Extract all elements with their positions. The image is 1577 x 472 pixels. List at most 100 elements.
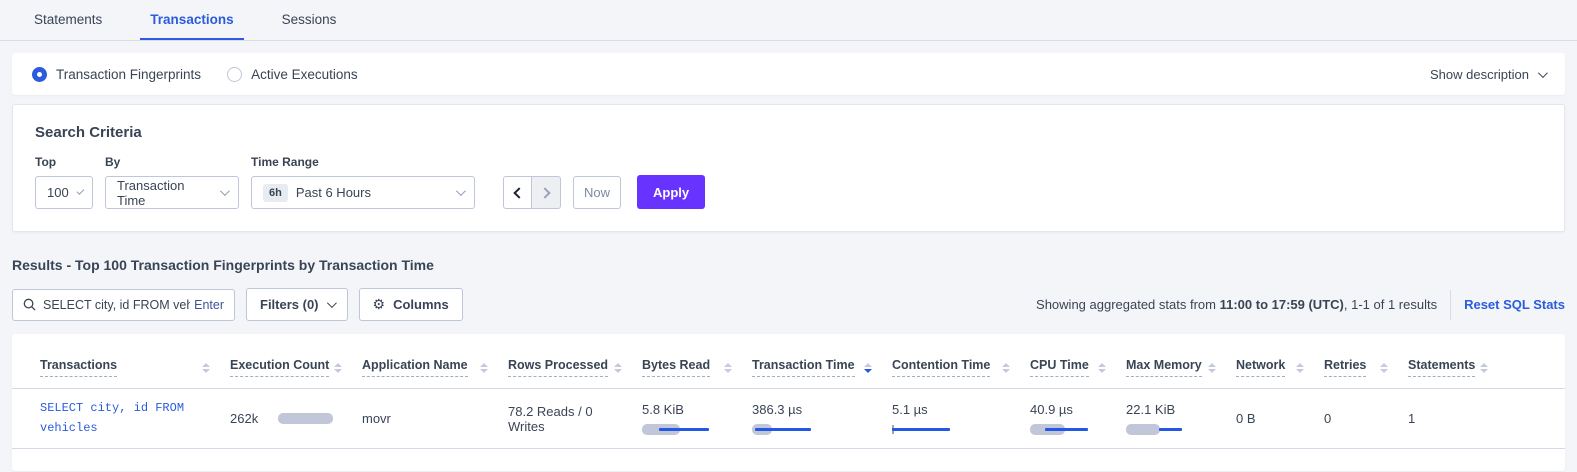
execution-count-bar: [278, 413, 338, 425]
column-header-max-memory[interactable]: Max Memory: [1126, 358, 1202, 377]
page-tabs: Statements Transactions Sessions: [0, 0, 1577, 41]
tab-statements[interactable]: Statements: [24, 0, 112, 40]
sort-icon[interactable]: [1002, 363, 1010, 373]
search-criteria-card: Search Criteria Top 100 By Transaction T…: [12, 104, 1565, 232]
sql-search-input[interactable]: [43, 298, 190, 312]
top-control: Top 100: [35, 155, 93, 209]
show-description-toggle[interactable]: Show description: [1430, 67, 1545, 82]
view-toggle-card: Transaction Fingerprints Active Executio…: [12, 53, 1565, 95]
table-row: SELECT city, id FROM vehicles 262k movr …: [12, 389, 1565, 449]
cpu-time-bar: [1030, 424, 1110, 436]
column-header-statements[interactable]: Statements: [1408, 358, 1475, 377]
gear-icon: ⚙: [373, 296, 386, 313]
time-range-next-button[interactable]: [532, 176, 561, 209]
column-header-retries[interactable]: Retries: [1324, 358, 1366, 377]
time-range-prev-button[interactable]: [503, 176, 532, 209]
sort-icon[interactable]: [1098, 363, 1106, 373]
chevron-down-icon: [326, 298, 336, 308]
cpu-time-value: 40.9 µs: [1030, 402, 1106, 417]
radio-selected-icon: [32, 67, 47, 82]
column-header-bytes-read[interactable]: Bytes Read: [642, 358, 710, 377]
max-memory-value: 22.1 KiB: [1126, 402, 1216, 417]
time-range-select[interactable]: 6h Past 6 Hours: [251, 176, 475, 209]
network-value: 0 B: [1236, 411, 1324, 426]
search-enter-button[interactable]: Enter: [190, 298, 234, 312]
aggregated-stats-text: Showing aggregated stats from 11:00 to 1…: [1036, 297, 1437, 312]
vertical-divider: [1450, 290, 1451, 320]
results-heading: Results - Top 100 Transaction Fingerprin…: [12, 257, 1565, 273]
apply-button[interactable]: Apply: [637, 175, 705, 209]
stats-prefix: Showing aggregated stats from: [1036, 297, 1220, 312]
time-range-badge: 6h: [263, 184, 288, 202]
column-header-transactions[interactable]: Transactions: [40, 358, 117, 377]
sort-icon[interactable]: [1208, 363, 1216, 373]
transaction-fingerprint-link[interactable]: SELECT city, id FROM vehicles: [40, 401, 184, 435]
time-range-value: Past 6 Hours: [296, 185, 448, 200]
sort-icon[interactable]: [724, 363, 732, 373]
sort-icon[interactable]: [614, 363, 622, 373]
filters-button[interactable]: Filters (0): [246, 288, 348, 321]
search-icon: [23, 298, 36, 311]
column-header-transaction-time[interactable]: Transaction Time: [752, 358, 855, 377]
sort-icon[interactable]: [1480, 363, 1488, 373]
radio-transaction-fingerprints[interactable]: Transaction Fingerprints: [32, 67, 201, 82]
top-label: Top: [35, 155, 93, 169]
time-range-arrows: [503, 176, 561, 209]
tab-transactions[interactable]: Transactions: [140, 0, 243, 40]
max-memory-bar: [1126, 424, 1206, 436]
radio-active-executions[interactable]: Active Executions: [227, 67, 358, 82]
stats-time-range: 11:00 to 17:59 (UTC): [1220, 297, 1344, 312]
sort-icon[interactable]: [1296, 363, 1304, 373]
radio-label: Active Executions: [251, 67, 358, 82]
column-header-application-name[interactable]: Application Name: [362, 358, 468, 377]
execution-count-value: 262k: [230, 411, 278, 426]
sql-search-box: Enter: [12, 289, 235, 321]
top-value: 100: [47, 185, 69, 200]
now-button[interactable]: Now: [573, 176, 621, 209]
time-range-control: Time Range 6h Past 6 Hours: [251, 155, 475, 209]
top-select[interactable]: 100: [35, 176, 93, 209]
rows-processed-value: 78.2 Reads / 0 Writes: [508, 404, 642, 434]
contention-time-bar: [892, 424, 972, 436]
time-range-label: Time Range: [251, 155, 475, 169]
column-header-network[interactable]: Network: [1236, 358, 1285, 377]
sort-icon[interactable]: [1380, 363, 1388, 373]
radio-unselected-icon: [227, 67, 242, 82]
results-toolbar: Enter Filters (0) ⚙ Columns Showing aggr…: [12, 288, 1565, 321]
by-label: By: [105, 155, 239, 169]
by-control: By Transaction Time: [105, 155, 239, 209]
chevron-right-icon: [539, 187, 550, 198]
tab-sessions[interactable]: Sessions: [272, 0, 347, 40]
reset-sql-stats-link[interactable]: Reset SQL Stats: [1464, 297, 1565, 312]
chevron-down-icon: [220, 186, 230, 196]
stats-suffix: , 1-1 of 1 results: [1344, 297, 1437, 312]
retries-value: 0: [1324, 411, 1408, 426]
bytes-read-value: 5.8 KiB: [642, 402, 732, 417]
filters-label: Filters (0): [260, 297, 319, 312]
transaction-time-value: 386.3 µs: [752, 402, 872, 417]
chevron-left-icon: [513, 187, 524, 198]
sort-icon-desc-active[interactable]: [864, 363, 872, 373]
column-header-execution-count[interactable]: Execution Count: [230, 358, 329, 377]
search-criteria-title: Search Criteria: [35, 124, 1542, 141]
sort-icon[interactable]: [202, 363, 210, 373]
column-header-contention-time[interactable]: Contention Time: [892, 358, 990, 377]
results-table-card: Transactions Execution Count Application…: [12, 334, 1565, 471]
column-header-cpu-time[interactable]: CPU Time: [1030, 358, 1089, 377]
table-header-row: Transactions Execution Count Application…: [12, 347, 1565, 389]
by-value: Transaction Time: [117, 178, 212, 208]
by-select[interactable]: Transaction Time: [105, 176, 239, 209]
bytes-read-bar: [642, 424, 722, 436]
column-header-rows-processed[interactable]: Rows Processed: [508, 358, 608, 377]
chevron-down-icon: [456, 186, 466, 196]
chevron-down-icon: [1538, 68, 1548, 78]
columns-label: Columns: [393, 297, 449, 312]
transaction-time-bar: [752, 424, 832, 436]
contention-time-value: 5.1 µs: [892, 402, 1010, 417]
application-name-value: movr: [362, 411, 508, 426]
sort-icon[interactable]: [480, 363, 488, 373]
chevron-down-icon: [76, 187, 84, 195]
columns-button[interactable]: ⚙ Columns: [359, 288, 463, 321]
sort-icon[interactable]: [334, 363, 342, 373]
statements-value: 1: [1408, 411, 1508, 426]
